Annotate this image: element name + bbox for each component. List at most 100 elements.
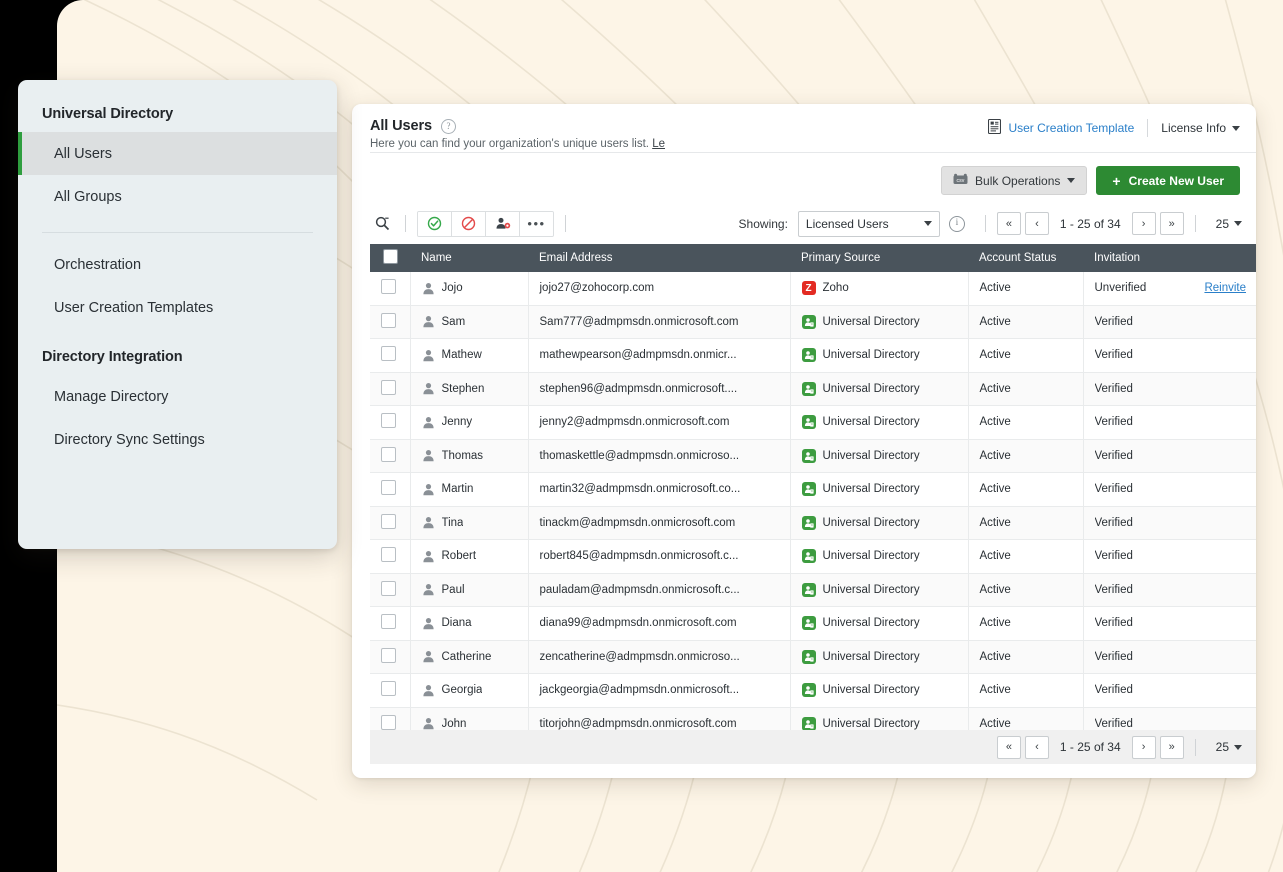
first-page-button[interactable]: « bbox=[997, 212, 1021, 235]
row-checkbox[interactable] bbox=[381, 681, 396, 696]
table-row[interactable]: Martinmartin32@admpmsdn.onmicrosoft.co..… bbox=[370, 473, 1256, 507]
last-page-button-bottom[interactable]: » bbox=[1160, 736, 1184, 759]
users-table: Name Email Address Primary Source Accoun… bbox=[370, 244, 1256, 741]
column-header-account-status[interactable]: Account Status bbox=[968, 244, 1083, 272]
table-row[interactable]: Stephenstephen96@admpmsdn.onmicrosoft...… bbox=[370, 372, 1256, 406]
table-row[interactable]: Catherinezencatherine@admpmsdn.onmicroso… bbox=[370, 640, 1256, 674]
user-creation-template-link[interactable]: User Creation Template bbox=[988, 119, 1147, 137]
page-size-select[interactable]: 25 bbox=[1216, 217, 1242, 231]
table-row[interactable]: Jennyjenny2@admpmsdn.onmicrosoft.comUniv… bbox=[370, 406, 1256, 440]
row-checkbox[interactable] bbox=[381, 279, 396, 294]
cell-account-status: Active bbox=[968, 473, 1083, 507]
page-size-select-bottom[interactable]: 25 bbox=[1216, 740, 1242, 754]
next-page-button-bottom[interactable]: › bbox=[1132, 736, 1156, 759]
search-icon bbox=[375, 216, 390, 231]
cell-account-status: Active bbox=[968, 272, 1083, 305]
row-checkbox[interactable] bbox=[381, 614, 396, 629]
user-creation-template-label: User Creation Template bbox=[1008, 121, 1134, 135]
table-row[interactable]: Mathewmathewpearson@admpmsdn.onmicr...Un… bbox=[370, 339, 1256, 373]
sidebar-item-directory-sync-settings[interactable]: Directory Sync Settings bbox=[18, 418, 337, 461]
table-row[interactable]: Thomasthomaskettle@admpmsdn.onmicroso...… bbox=[370, 439, 1256, 473]
column-header-email[interactable]: Email Address bbox=[528, 244, 790, 272]
table-row[interactable]: Tinatinackm@admpmsdn.onmicrosoft.comUniv… bbox=[370, 506, 1256, 540]
row-checkbox[interactable] bbox=[381, 447, 396, 462]
table-row[interactable]: Georgiajackgeorgia@admpmsdn.onmicrosoft.… bbox=[370, 674, 1256, 708]
csv-file-icon: csv bbox=[953, 173, 968, 189]
user-email: tinackm@admpmsdn.onmicrosoft.com bbox=[540, 517, 736, 529]
sidebar-item-all-users[interactable]: All Users bbox=[18, 132, 337, 175]
search-button[interactable] bbox=[370, 216, 394, 231]
invitation-status: Verified bbox=[1095, 483, 1133, 495]
sidebar-item-label: Manage Directory bbox=[54, 389, 168, 405]
table-row[interactable]: SamSam777@admpmsdn.onmicrosoft.comUniver… bbox=[370, 305, 1256, 339]
row-checkbox[interactable] bbox=[381, 313, 396, 328]
sidebar-section-title: Universal Directory bbox=[18, 80, 337, 132]
prev-page-button-bottom[interactable]: ‹ bbox=[1025, 736, 1049, 759]
row-checkbox[interactable] bbox=[381, 581, 396, 596]
cell-email: jackgeorgia@admpmsdn.onmicrosoft... bbox=[528, 674, 790, 708]
cell-email: robert845@admpmsdn.onmicrosoft.c... bbox=[528, 540, 790, 574]
cell-invitation: Verified bbox=[1083, 540, 1256, 574]
info-circle-icon[interactable]: i bbox=[949, 216, 965, 232]
row-select-cell bbox=[370, 439, 410, 473]
cell-primary-source: Universal Directory bbox=[790, 339, 968, 373]
user-avatar-icon bbox=[422, 583, 435, 596]
license-info-label: License Info bbox=[1161, 121, 1226, 135]
toolbar-separator-4 bbox=[1195, 215, 1196, 232]
sidebar-item-user-creation-templates[interactable]: User Creation Templates bbox=[18, 286, 337, 329]
svg-text:csv: csv bbox=[957, 178, 965, 184]
help-circle-icon[interactable]: ? bbox=[441, 119, 456, 134]
column-header-primary-source[interactable]: Primary Source bbox=[790, 244, 968, 272]
cell-name: Diana bbox=[410, 607, 528, 641]
row-checkbox[interactable] bbox=[381, 413, 396, 428]
next-page-button[interactable]: › bbox=[1132, 212, 1156, 235]
universal-directory-source-icon bbox=[802, 683, 816, 697]
table-row[interactable]: Dianadiana99@admpmsdn.onmicrosoft.comUni… bbox=[370, 607, 1256, 641]
cell-email: tinackm@admpmsdn.onmicrosoft.com bbox=[528, 506, 790, 540]
license-info-dropdown[interactable]: License Info bbox=[1148, 121, 1240, 135]
table-row[interactable]: Robertrobert845@admpmsdn.onmicrosoft.c..… bbox=[370, 540, 1256, 574]
row-select-cell bbox=[370, 674, 410, 708]
prev-page-button[interactable]: ‹ bbox=[1025, 212, 1049, 235]
row-checkbox[interactable] bbox=[381, 346, 396, 361]
reinvite-link[interactable]: Reinvite bbox=[1204, 282, 1246, 294]
last-page-button[interactable]: » bbox=[1160, 212, 1184, 235]
row-checkbox[interactable] bbox=[381, 514, 396, 529]
more-actions-button[interactable]: ••• bbox=[520, 212, 553, 236]
learn-more-link[interactable]: Le bbox=[652, 138, 665, 150]
bulk-operations-button[interactable]: csv Bulk Operations bbox=[941, 166, 1087, 195]
row-checkbox[interactable] bbox=[381, 380, 396, 395]
disable-user-button[interactable] bbox=[452, 212, 486, 236]
navigation-sidebar: Universal DirectoryAll UsersAll Groups Or… bbox=[18, 80, 337, 549]
cell-account-status: Active bbox=[968, 506, 1083, 540]
select-all-checkbox[interactable] bbox=[383, 249, 398, 264]
cell-primary-source: Universal Directory bbox=[790, 506, 968, 540]
table-row[interactable]: Paulpauladam@admpmsdn.onmicrosoft.c...Un… bbox=[370, 573, 1256, 607]
sidebar-item-manage-directory[interactable]: Manage Directory bbox=[18, 375, 337, 418]
enable-user-button[interactable] bbox=[418, 212, 452, 236]
row-checkbox[interactable] bbox=[381, 547, 396, 562]
sidebar-item-orchestration[interactable]: Orchestration bbox=[18, 243, 337, 286]
column-header-invitation[interactable]: Invitation bbox=[1083, 244, 1256, 272]
sidebar-item-all-groups[interactable]: All Groups bbox=[18, 175, 337, 218]
page-size-value: 25 bbox=[1216, 217, 1229, 231]
row-checkbox[interactable] bbox=[381, 480, 396, 495]
table-row[interactable]: Jojojojo27@zohocorp.comZZohoActiveUnveri… bbox=[370, 272, 1256, 305]
row-checkbox[interactable] bbox=[381, 648, 396, 663]
user-avatar-icon bbox=[422, 550, 435, 563]
create-new-user-button[interactable]: + Create New User bbox=[1096, 166, 1240, 195]
account-status: Active bbox=[980, 684, 1011, 696]
user-email: Sam777@admpmsdn.onmicrosoft.com bbox=[540, 316, 739, 328]
cell-name: Jojo bbox=[410, 272, 528, 305]
user-email: diana99@admpmsdn.onmicrosoft.com bbox=[540, 617, 737, 629]
cell-invitation: Verified bbox=[1083, 674, 1256, 708]
row-select-cell bbox=[370, 540, 410, 574]
account-status: Active bbox=[980, 517, 1011, 529]
column-header-name[interactable]: Name bbox=[410, 244, 528, 272]
showing-filter-select[interactable]: Licensed Users bbox=[798, 211, 940, 237]
first-page-button-bottom[interactable]: « bbox=[997, 736, 1021, 759]
row-checkbox[interactable] bbox=[381, 715, 396, 730]
toolbar-separator-3 bbox=[985, 215, 986, 232]
invitation-status: Verified bbox=[1095, 617, 1133, 629]
user-settings-button[interactable] bbox=[486, 212, 520, 236]
